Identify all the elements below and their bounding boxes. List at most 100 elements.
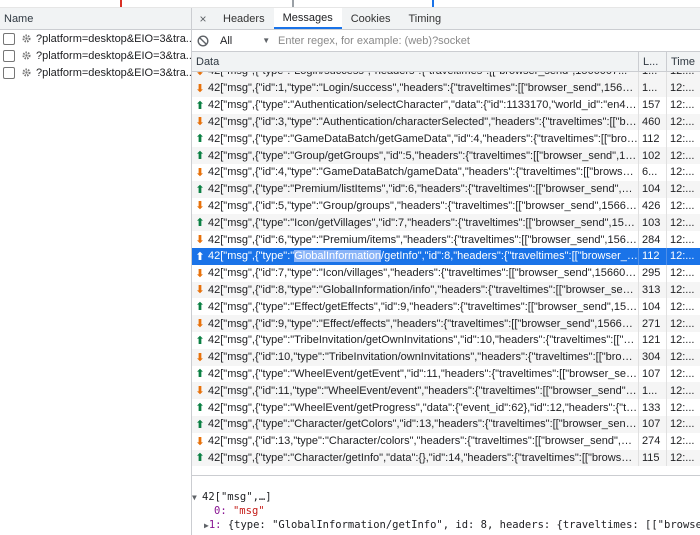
time-cell: 12:... [670,99,695,112]
data-cell: ⬇ 42["msg",{"id":13,"type":"Character/col… [192,432,639,450]
received-arrow-down-icon: ⬇ [195,318,205,331]
data-cell: ⬇ 42["msg",{"id":4,"type":"GameDataBatch/… [192,163,639,181]
message-data: 42["msg",{"id":4,"type":"GameDataBatch/g… [208,166,638,179]
request-item[interactable]: ?platform=desktop&EIO=3&tra... [0,30,191,47]
length-cell: 426 [639,197,667,215]
length-column-header[interactable]: L... [639,52,667,71]
search-highlight: GlobalInformation [294,250,382,263]
message-row[interactable]: ⬆ 42["msg",{"type":"TribeInvitation/getOw… [192,331,700,349]
received-arrow-down-icon: ⬇ [195,116,205,129]
message-row[interactable]: ⬆ 42["msg",{"type":"Icon/getVillages","id… [192,214,700,232]
message-data-pre: 42["msg",{"type":" [208,250,295,263]
partially-scrolled-row: ⬇42["msg",{"type":"Login/success","heade… [192,72,700,80]
received-arrow-down-icon: ⬇ [195,351,205,364]
data-cell: ⬇ 42["msg",{"id":11,"type":"WheelEvent/ev… [192,382,639,400]
message-data: 42["msg",{"type":"Premium/listItems","id… [208,183,638,196]
data-cell: ⬇ 42["msg",{"id":7,"type":"Icon/villages"… [192,264,639,282]
request-checkbox[interactable] [3,32,15,45]
tree-item-1[interactable]: ▶ 1: {type: "GlobalInformation/getInfo",… [192,518,700,532]
message-row[interactable]: ⬇ 42["msg",{"id":3,"type":"Authentication… [192,113,700,131]
message-row[interactable]: ⬇ 42["msg",{"id":9,"type":"Effect/effects… [192,315,700,332]
message-row[interactable]: ⬆ 42["msg",{"type":"GameDataBatch/getGame… [192,130,700,148]
detail-tabs: × Headers Messages Cookies Timing [192,8,700,30]
received-arrow-down-icon: ⬇ [195,267,205,280]
length-cell: 112 [639,247,667,265]
length-cell: 107 [639,365,667,383]
message-row[interactable]: ⬆ 42["msg",{"type":"Character/getInfo","d… [192,449,700,467]
data-column-header[interactable]: Data [192,52,639,71]
message-row[interactable]: ⬆ 42["msg",{"type":"WheelEvent/getEvent",… [192,365,700,383]
tab-timing[interactable]: Timing [399,8,450,29]
time-cell: 12:... [670,418,695,431]
message-row[interactable]: ⬇ 42["msg",{"id":5,"type":"Group/groups",… [192,197,700,215]
data-cell: ⬆ 42["msg",{"type":"Effect/getEffects","i… [192,298,639,316]
message-data: 42["msg",{"id":11,"type":"WheelEvent/eve… [208,384,638,397]
message-row[interactable]: ⬇ 42["msg",{"id":13,"type":"Character/col… [192,432,700,450]
data-cell: ⬆ 42["msg",{"type":"GameDataBatch/getGame… [192,130,639,148]
close-icon[interactable]: × [192,8,214,29]
message-data: 42["msg",{"id":5,"type":"Group/groups","… [208,199,638,212]
request-list: ?platform=desktop&EIO=3&tra... ?platform=… [0,30,191,81]
message-row[interactable]: ⬇42["msg",{"type":"Login/success","heade… [192,72,700,80]
message-data: 42["msg",{"id":7,"type":"Icon/villages",… [208,267,638,280]
message-row[interactable]: ⬆ 42["msg",{"type":"GlobalInformation/get… [192,247,700,265]
message-row[interactable]: ⬇ 42["msg",{"id":7,"type":"Icon/villages"… [192,264,700,282]
length-cell: 102 [639,147,667,164]
data-cell: ⬆ 42["msg",{"type":"Authentication/select… [192,96,639,114]
clear-messages-icon[interactable] [192,34,214,47]
time-column-header[interactable]: Time [667,52,700,71]
request-item[interactable]: ?platform=desktop&EIO=3&tra... [0,64,191,81]
message-row[interactable]: ⬇ 42["msg",{"id":11,"type":"WheelEvent/ev… [192,382,700,400]
tree-item-0-key: 0: [214,505,227,517]
time-cell: 12:... [670,283,695,296]
request-name: ?platform=desktop&EIO=3&tra... [36,66,191,79]
message-row[interactable]: ⬆ 42["msg",{"type":"Group/getGroups","id"… [192,147,700,164]
received-arrow-down-icon: ⬇ [195,435,205,448]
message-row[interactable]: ⬆ 42["msg",{"type":"Premium/listItems","i… [192,180,700,198]
tree-root-label: 42["msg",…] [202,491,272,503]
time-cell: 12:... [670,334,695,347]
sent-arrow-up-icon: ⬆ [195,150,205,163]
tab-messages[interactable]: Messages [273,8,342,29]
length-cell: 284 [639,231,667,248]
websocket-gear-icon [20,67,32,79]
time-cell: 12:... [670,250,695,263]
tab-cookies[interactable]: Cookies [342,8,400,29]
message-data: 42["msg",{"type":"Authentication/selectC… [208,99,638,112]
request-checkbox[interactable] [3,49,15,62]
message-row[interactable]: ⬆ 42["msg",{"type":"Effect/getEffects","i… [192,298,700,316]
message-row[interactable]: ⬆ 42["msg",{"type":"Authentication/select… [192,96,700,114]
message-type-select[interactable]: All ▼ [214,35,274,47]
data-cell: ⬆ 42["msg",{"type":"Icon/getVillages","id… [192,214,639,232]
message-data: 42["msg",{"type":"Character/getColors","… [208,418,638,431]
time-cell: 12:... [670,233,695,246]
length-cell: 304 [639,348,667,366]
length-cell: 1... [639,80,667,97]
message-data: 42["msg",{"id":8,"type":"GlobalInformati… [208,283,638,296]
tree-root[interactable]: ▼ 42["msg",…] [192,490,700,504]
time-cell: 12:... [670,351,695,364]
message-row[interactable]: ⬆ 42["msg",{"type":"WheelEvent/getProgres… [192,399,700,416]
request-checkbox[interactable] [3,66,15,79]
data-cell: ⬇42["msg",{"type":"Login/success","heade… [192,72,639,80]
length-cell: 104 [639,298,667,316]
message-row[interactable]: ⬇ 42["msg",{"id":10,"type":"TribeInvitati… [192,348,700,366]
regex-filter-input[interactable] [274,31,700,50]
message-data: 42["msg",{"id":13,"type":"Character/colo… [208,435,638,448]
received-arrow-down-icon: ⬇ [195,72,205,78]
message-row[interactable]: ⬇ 42["msg",{"id":4,"type":"GameDataBatch/… [192,163,700,181]
name-column-header[interactable]: Name [0,8,191,30]
sent-arrow-up-icon: ⬆ [195,133,205,146]
time-cell: 12:... [670,199,695,212]
message-row[interactable]: ⬇ 42["msg",{"id":6,"type":"Premium/items"… [192,231,700,248]
length-cell: 121 [639,331,667,349]
expanded-triangle-icon[interactable]: ▼ [192,493,202,502]
request-item[interactable]: ?platform=desktop&EIO=3&tra... [0,47,191,64]
message-row[interactable]: ⬇ 42["msg",{"id":1,"type":"Login/success"… [192,80,700,97]
message-row[interactable]: ⬇ 42["msg",{"id":8,"type":"GlobalInformat… [192,281,700,299]
length-cell: 274 [639,432,667,450]
message-row[interactable]: ⬆ 42["msg",{"type":"Character/getColors",… [192,415,700,433]
message-data: 42["msg",{"id":3,"type":"Authentication/… [208,115,638,128]
tab-headers[interactable]: Headers [214,8,274,29]
messages-column-header: Data L... Time [192,52,700,72]
